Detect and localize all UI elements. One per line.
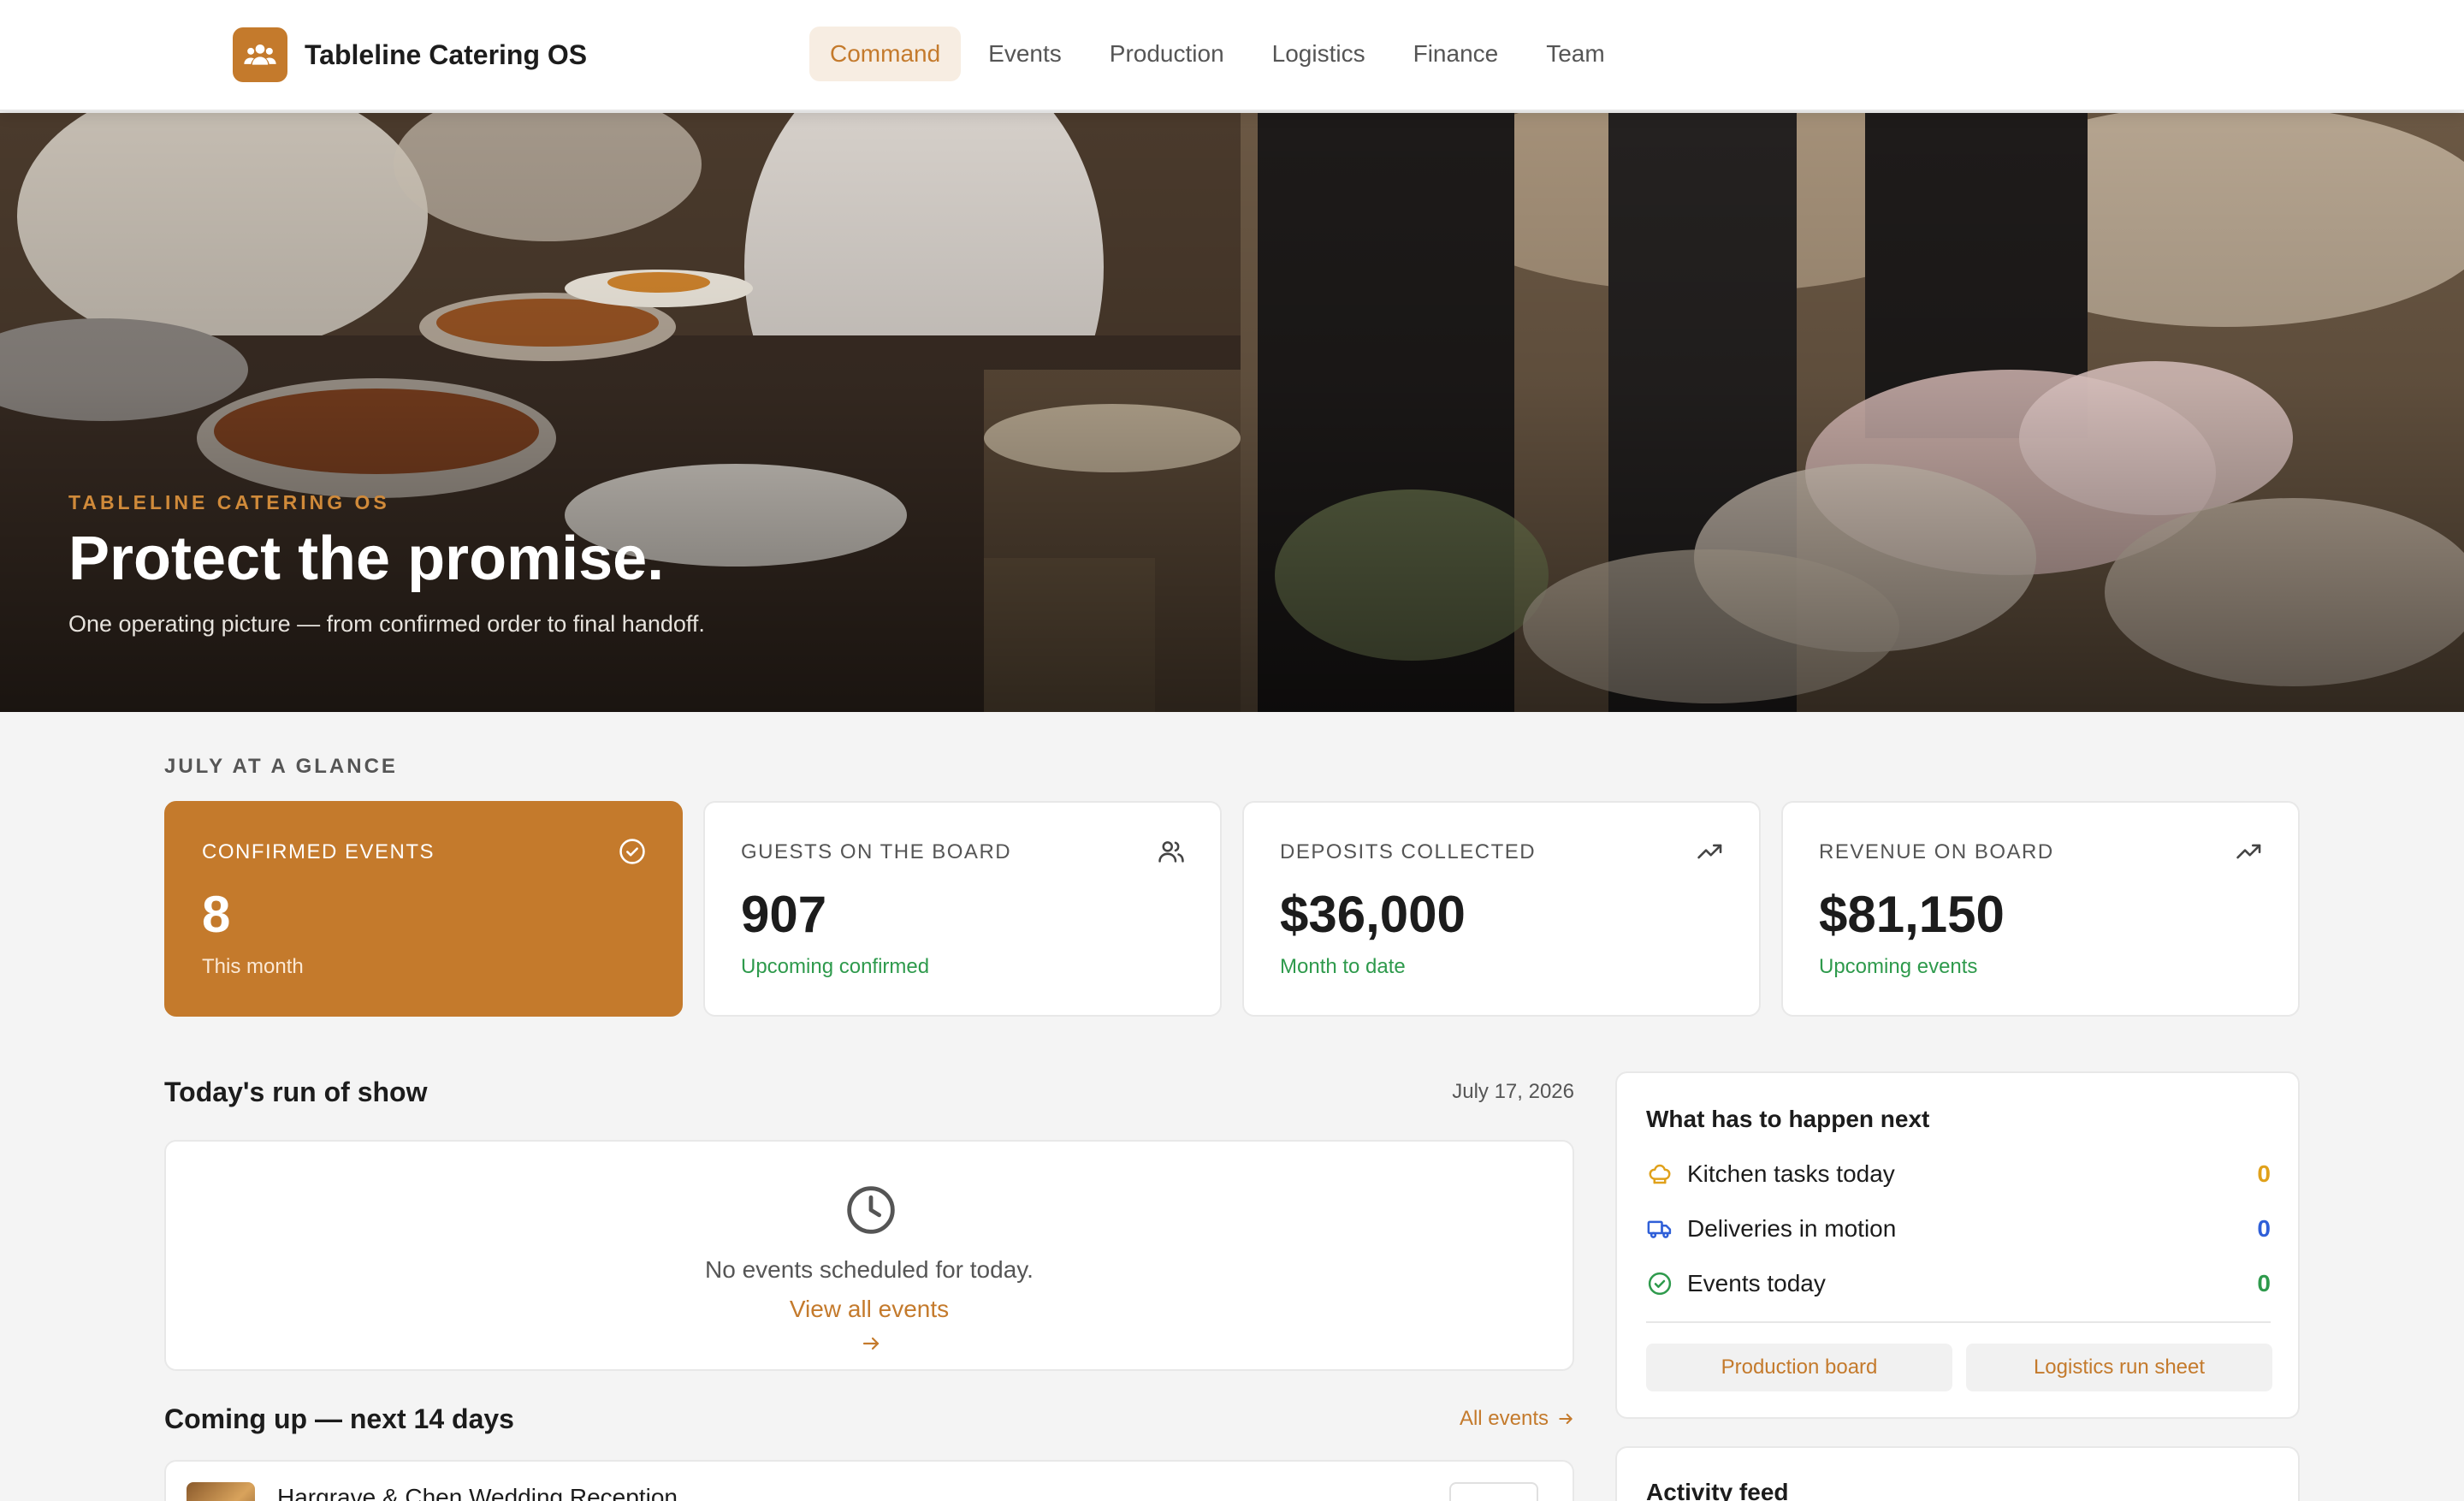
trending-up-icon [2236, 844, 2261, 859]
truck-icon [1646, 1215, 1673, 1243]
stat-label: REVENUE ON BOARD [1819, 840, 2054, 863]
next-row-count: 0 [2257, 1160, 2271, 1187]
stat-card-deposits[interactable]: DEPOSITS COLLECTED $36,000 Month to date [1242, 801, 1761, 1017]
next-row-kitchen-tasks[interactable]: Kitchen tasks today 0 [1646, 1157, 2271, 1191]
clock-icon [847, 1186, 895, 1234]
next-row-events-today[interactable]: Events today 0 [1646, 1267, 2271, 1301]
stat-note: This month [202, 955, 304, 978]
all-events-label: All events [1459, 1407, 1549, 1430]
next-actions-panel: What has to happen next Kitchen tasks to… [1615, 1071, 2300, 1419]
stat-label: GUESTS ON THE BOARD [741, 840, 1012, 863]
trending-up-icon [1697, 844, 1722, 859]
stat-note: Upcoming events [1819, 955, 1978, 978]
team-logo-icon [233, 27, 287, 82]
check-circle-icon [619, 839, 645, 864]
stat-value: 907 [741, 886, 827, 943]
empty-state-text: No events scheduled for today. [705, 1256, 1034, 1283]
next-row-count: 0 [2257, 1215, 2271, 1242]
nav-finance[interactable]: Finance [1393, 27, 1519, 81]
nav-team[interactable]: Team [1525, 27, 1625, 81]
users-icon [1158, 841, 1184, 863]
nav-command[interactable]: Command [809, 27, 962, 81]
brand[interactable]: Tableline Catering OS [233, 27, 587, 82]
stat-value: 8 [202, 886, 231, 943]
stat-card-revenue[interactable]: REVENUE ON BOARD $81,150 Upcoming events [1781, 801, 2300, 1017]
next-row-deliveries[interactable]: Deliveries in motion 0 [1646, 1212, 2271, 1246]
arrow-right-icon[interactable] [861, 1333, 881, 1354]
hero-eyebrow: TABLELINE CATERING OS [68, 491, 390, 513]
stat-card-guests[interactable]: GUESTS ON THE BOARD 907 Upcoming confirm… [703, 801, 1222, 1017]
stat-label: CONFIRMED EVENTS [202, 840, 435, 863]
event-status-badge [1449, 1482, 1538, 1501]
run-of-show-empty-state: No events scheduled for today. View all … [164, 1140, 1574, 1371]
nav-production[interactable]: Production [1089, 27, 1245, 81]
next-row-count: 0 [2257, 1270, 2271, 1296]
stat-value: $36,000 [1280, 886, 1466, 943]
activity-feed-title: Activity feed [1646, 1479, 1789, 1501]
next-row-label: Deliveries in motion [1687, 1215, 1897, 1242]
hero-banner: TABLELINE CATERING OS Protect the promis… [0, 113, 2464, 712]
arrow-right-icon [1559, 1414, 1573, 1424]
stat-value: $81,150 [1819, 886, 2005, 943]
top-navigation-bar: Tableline Catering OS Command Events Pro… [0, 0, 2464, 111]
run-of-show-title: Today's run of show [164, 1077, 428, 1107]
next-row-label: Events today [1687, 1270, 1826, 1296]
stat-note: Month to date [1280, 955, 1406, 978]
coming-up-title: Coming up — next 14 days [164, 1403, 514, 1434]
hero-title: Protect the promise. [68, 525, 665, 593]
glance-section-label: JULY AT A GLANCE [164, 755, 398, 778]
all-events-link[interactable]: All events [1460, 1407, 1574, 1431]
panel-divider [1646, 1321, 2271, 1323]
event-title: Hargrave & Chen Wedding Reception [277, 1484, 678, 1501]
stat-label: DEPOSITS COLLECTED [1280, 840, 1537, 863]
next-row-label: Kitchen tasks today [1687, 1160, 1895, 1187]
run-of-show-date: July 17, 2026 [1452, 1080, 1574, 1103]
stat-card-confirmed-events[interactable]: CONFIRMED EVENTS 8 This month [164, 801, 683, 1017]
view-all-events-link[interactable]: View all events [166, 1296, 1573, 1323]
main-nav: Command Events Production Logistics Fina… [809, 27, 1632, 81]
nav-logistics[interactable]: Logistics [1252, 27, 1386, 81]
panel-title: What has to happen next [1646, 1106, 1930, 1132]
event-list-item[interactable]: Hargrave & Chen Wedding Reception [164, 1460, 1574, 1501]
production-board-button[interactable]: Production board [1646, 1344, 1952, 1391]
stat-note: Upcoming confirmed [741, 955, 930, 978]
event-thumbnail [187, 1482, 255, 1501]
chef-hat-icon [1646, 1160, 1673, 1188]
check-circle-icon [1646, 1270, 1673, 1297]
hero-subtitle: One operating picture — from confirmed o… [68, 611, 705, 637]
nav-events[interactable]: Events [968, 27, 1082, 81]
logistics-run-sheet-button[interactable]: Logistics run sheet [1966, 1344, 2272, 1391]
activity-feed-panel: Activity feed [1615, 1446, 2300, 1501]
app-title: Tableline Catering OS [305, 39, 588, 70]
